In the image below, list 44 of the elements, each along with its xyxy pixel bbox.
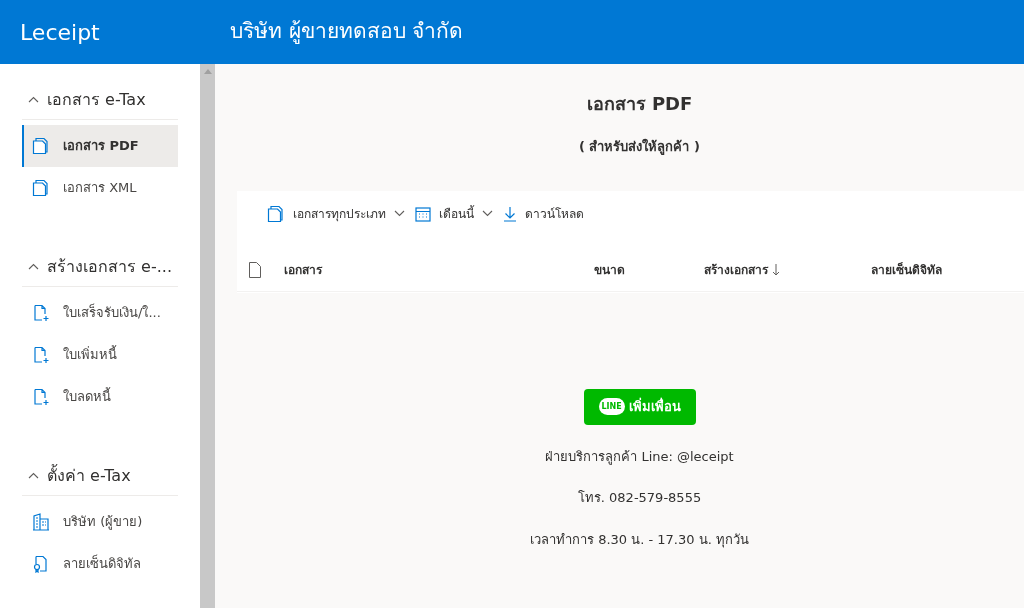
file-icon xyxy=(248,262,262,278)
building-icon xyxy=(32,513,50,531)
documents-icon xyxy=(267,204,285,223)
toolbar-button[interactable]: เดือนนี้ xyxy=(415,204,493,223)
contact-text: เวลาทำการ 8.30 น. - 17.30 น. ทุกวัน xyxy=(530,530,749,549)
documents-icon xyxy=(32,137,50,155)
nav-item[interactable]: ใบเพิ่มหนี้ xyxy=(22,334,178,376)
contact-text: ฝ่ายบริการลูกค้า Line: @leceipt xyxy=(545,447,734,466)
column-header[interactable]: เอกสาร xyxy=(284,261,594,279)
group-header[interactable]: ตั้งค่า e-Tax xyxy=(22,456,178,496)
download-icon xyxy=(503,205,517,222)
chevron-icon xyxy=(482,210,493,217)
company-name: บริษัท ผู้ขายทดสอบ จำกัด xyxy=(230,18,464,46)
group-header[interactable]: เอกสาร e-Tax xyxy=(22,80,178,120)
chevron-icon xyxy=(394,210,405,217)
contact-text: โทร. 082-579-8555 xyxy=(577,489,702,507)
nav-item[interactable]: ใบลดหนี้ xyxy=(22,376,178,418)
column-header[interactable]: สร้างเอกสาร xyxy=(704,261,871,279)
column-header[interactable]: ลายเซ็นดิจิทัล xyxy=(871,261,991,279)
chevron-icon xyxy=(28,96,39,103)
new-document-icon xyxy=(32,388,50,406)
certificate-icon xyxy=(32,555,50,573)
calendar-icon xyxy=(415,205,431,222)
nav-item[interactable]: บริษัท (ผู้ขาย) xyxy=(22,501,178,543)
chat-logo: LINE xyxy=(598,398,625,415)
scrollbar[interactable] xyxy=(200,64,215,608)
brand-name[interactable]: Leceipt xyxy=(0,15,230,49)
page-title: เอกสาร PDF xyxy=(585,92,694,116)
nav-item[interactable]: ลายเซ็นดิจิทัล xyxy=(22,543,178,585)
new-document-icon xyxy=(32,304,50,322)
sort-down-icon xyxy=(772,264,780,276)
documents-icon xyxy=(32,179,50,197)
scroll-up-icon[interactable] xyxy=(203,69,212,74)
nav-item[interactable]: ใบเสร็จรับเงิน/ใ... xyxy=(22,292,178,334)
nav-item[interactable]: เอกสาร XML xyxy=(22,167,178,209)
chevron-icon xyxy=(28,472,39,479)
chevron-icon xyxy=(28,263,39,270)
column-header[interactable]: ขนาด xyxy=(594,261,704,279)
toolbar-button[interactable]: ดาวน์โหลด xyxy=(503,204,584,223)
toolbar-button[interactable]: เอกสารทุกประเภท xyxy=(267,204,405,223)
nav-item[interactable]: เอกสาร PDF xyxy=(22,125,178,167)
page-subtitle: ( สำหรับส่งให้ลูกค้า ) xyxy=(578,137,701,157)
group-header[interactable]: สร้างเอกสาร e-... xyxy=(22,247,178,287)
new-document-icon xyxy=(32,346,50,364)
